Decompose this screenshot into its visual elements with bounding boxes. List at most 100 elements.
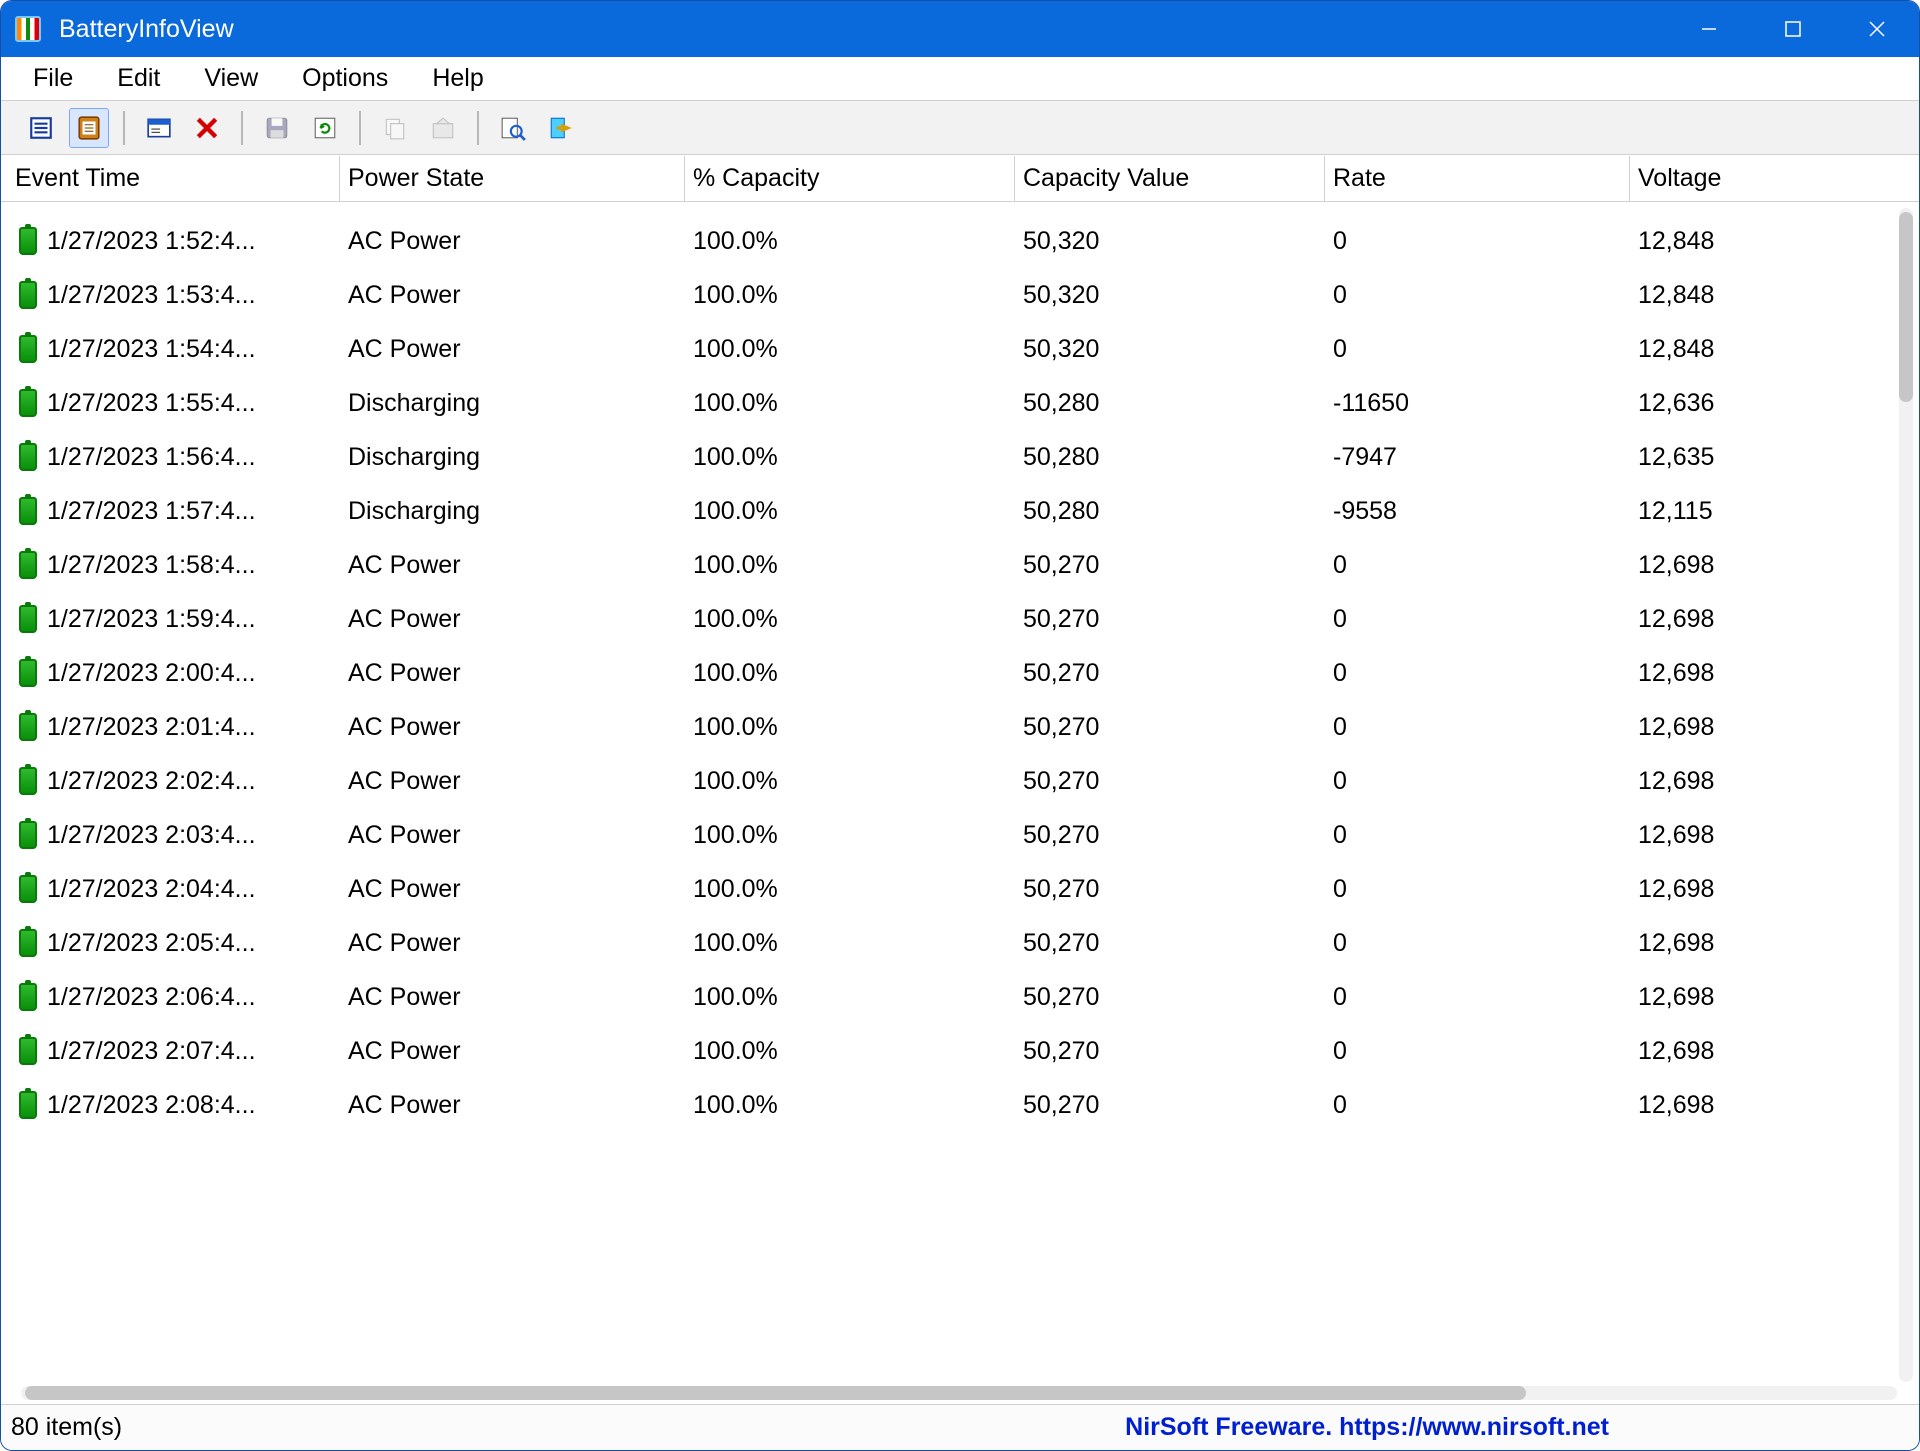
cell-rate: -7947 <box>1325 443 1397 472</box>
cell-capacity-value: 50,320 <box>1015 227 1099 256</box>
horizontal-scrollbar-thumb[interactable] <box>25 1386 1526 1400</box>
table-row[interactable]: 1/27/2023 2:02:4...AC Power100.0%50,2700… <box>15 754 1919 808</box>
toolbar-separator <box>241 111 243 145</box>
table-row[interactable]: 1/27/2023 1:53:4...AC Power100.0%50,3200… <box>15 268 1919 322</box>
cell-voltage: 12,698 <box>1630 929 1714 958</box>
column-header-rate[interactable]: Rate <box>1325 156 1630 201</box>
cell-capacity-value: 50,270 <box>1015 821 1099 850</box>
battery-icon <box>19 767 37 795</box>
list-area: Event Time Power State % Capacity Capaci… <box>1 155 1919 1404</box>
table-row[interactable]: 1/27/2023 1:55:4...Discharging100.0%50,2… <box>15 376 1919 430</box>
column-header-event-time[interactable]: Event Time <box>15 156 340 201</box>
cell-rate: 0 <box>1325 659 1347 688</box>
column-header-voltage[interactable]: Voltage <box>1630 156 1919 201</box>
cell-event-time: 1/27/2023 2:07:4... <box>47 1037 256 1066</box>
cell-rate: 0 <box>1325 1091 1347 1120</box>
table-row[interactable]: 1/27/2023 1:58:4...AC Power100.0%50,2700… <box>15 538 1919 592</box>
properties-button[interactable] <box>139 108 179 148</box>
menu-help[interactable]: Help <box>410 57 505 100</box>
cell-rate: 0 <box>1325 983 1347 1012</box>
status-link[interactable]: NirSoft Freeware. https://www.nirsoft.ne… <box>1125 1413 1909 1442</box>
cell-event-time: 1/27/2023 2:06:4... <box>47 983 256 1012</box>
find-button[interactable] <box>493 108 533 148</box>
table-row[interactable]: 1/27/2023 2:00:4...AC Power100.0%50,2700… <box>15 646 1919 700</box>
cell-capacity-pct: 100.0% <box>685 1091 778 1120</box>
battery-icon <box>19 1037 37 1065</box>
maximize-button[interactable] <box>1751 1 1835 57</box>
battery-icon <box>19 227 37 255</box>
cell-capacity-pct: 100.0% <box>685 713 778 742</box>
cell-voltage: 12,698 <box>1630 1091 1714 1120</box>
cell-capacity-value: 50,320 <box>1015 335 1099 364</box>
cell-capacity-pct: 100.0% <box>685 389 778 418</box>
cell-power-state: AC Power <box>340 1091 461 1120</box>
save-button[interactable] <box>257 108 297 148</box>
cell-rate: 0 <box>1325 551 1347 580</box>
close-button[interactable] <box>1835 1 1919 57</box>
view-info-icon <box>28 115 54 141</box>
table-row[interactable]: 1/27/2023 2:05:4...AC Power100.0%50,2700… <box>15 916 1919 970</box>
vertical-scrollbar-thumb[interactable] <box>1899 212 1913 402</box>
table-row[interactable]: 1/27/2023 1:57:4...Discharging100.0%50,2… <box>15 484 1919 538</box>
horizontal-scrollbar[interactable] <box>21 1386 1897 1400</box>
table-row[interactable]: 1/27/2023 1:56:4...Discharging100.0%50,2… <box>15 430 1919 484</box>
table-row[interactable]: 1/27/2023 2:04:4...AC Power100.0%50,2700… <box>15 862 1919 916</box>
cell-power-state: AC Power <box>340 929 461 958</box>
view-log-button[interactable] <box>69 108 109 148</box>
cell-power-state: AC Power <box>340 767 461 796</box>
cell-capacity-value: 50,280 <box>1015 443 1099 472</box>
cell-rate: 0 <box>1325 1037 1347 1066</box>
cell-capacity-value: 50,270 <box>1015 875 1099 904</box>
table-row[interactable]: 1/27/2023 2:03:4...AC Power100.0%50,2700… <box>15 808 1919 862</box>
cell-voltage: 12,115 <box>1630 497 1713 526</box>
exit-button[interactable] <box>541 108 581 148</box>
refresh-button[interactable] <box>305 108 345 148</box>
minimize-button[interactable] <box>1667 1 1751 57</box>
cell-event-time: 1/27/2023 2:01:4... <box>47 713 256 742</box>
table-row[interactable]: 1/27/2023 1:59:4...AC Power100.0%50,2700… <box>15 592 1919 646</box>
table-row[interactable]: 1/27/2023 1:52:4...AC Power100.0%50,3200… <box>15 214 1919 268</box>
menu-view[interactable]: View <box>182 57 280 100</box>
menu-options[interactable]: Options <box>280 57 410 100</box>
rows-container[interactable]: 1/27/2023 1:52:4... AC Power 100.0% 50,320 0… <box>1 202 1919 1404</box>
cell-power-state: AC Power <box>340 335 461 364</box>
menu-file[interactable]: File <box>11 57 95 100</box>
app-window: BatteryInfoView File Edit View Options H… <box>0 0 1920 1451</box>
column-header-power-state[interactable]: Power State <box>340 156 685 201</box>
table-row[interactable]: 1/27/2023 2:07:4...AC Power100.0%50,2700… <box>15 1024 1919 1078</box>
cell-rate: 0 <box>1325 335 1347 364</box>
titlebar[interactable]: BatteryInfoView <box>1 1 1919 57</box>
delete-button[interactable] <box>187 108 227 148</box>
view-info-button[interactable] <box>21 108 61 148</box>
cell-capacity-value: 50,280 <box>1015 389 1099 418</box>
toolbar-separator <box>123 111 125 145</box>
table-row[interactable]: 1/27/2023 2:08:4...AC Power100.0%50,2700… <box>15 1078 1919 1132</box>
cell-voltage: 12,698 <box>1630 1037 1714 1066</box>
cell-capacity-pct: 100.0% <box>685 929 778 958</box>
cell-voltage: 12,698 <box>1630 713 1714 742</box>
table-row[interactable]: 1/27/2023 2:06:4...AC Power100.0%50,2700… <box>15 970 1919 1024</box>
cell-capacity-value: 50,270 <box>1015 767 1099 796</box>
cell-power-state: AC Power <box>340 605 461 634</box>
column-header-capacity-pct[interactable]: % Capacity <box>685 156 1015 201</box>
battery-icon <box>19 875 37 903</box>
copy-button[interactable] <box>375 108 415 148</box>
copy-icon <box>382 115 408 141</box>
battery-icon <box>19 443 37 471</box>
app-icon <box>15 16 41 42</box>
cell-voltage: 12,698 <box>1630 659 1714 688</box>
cell-capacity-pct: 100.0% <box>685 983 778 1012</box>
cell-power-state: AC Power <box>340 659 461 688</box>
table-row[interactable]: 1/27/2023 1:54:4...AC Power100.0%50,3200… <box>15 322 1919 376</box>
table-row[interactable]: 1/27/2023 2:01:4...AC Power100.0%50,2700… <box>15 700 1919 754</box>
save-icon <box>264 115 290 141</box>
vertical-scrollbar[interactable] <box>1899 208 1913 1382</box>
cell-event-time: 1/27/2023 1:55:4... <box>47 389 256 418</box>
options-button[interactable] <box>423 108 463 148</box>
menu-edit[interactable]: Edit <box>95 57 182 100</box>
column-header-capacity-value[interactable]: Capacity Value <box>1015 156 1325 201</box>
cell-event-time: 1/27/2023 1:52:4... <box>47 227 256 256</box>
cell-capacity-value: 50,320 <box>1015 281 1099 310</box>
toolbar-separator <box>359 111 361 145</box>
cell-rate: -9558 <box>1325 497 1397 526</box>
